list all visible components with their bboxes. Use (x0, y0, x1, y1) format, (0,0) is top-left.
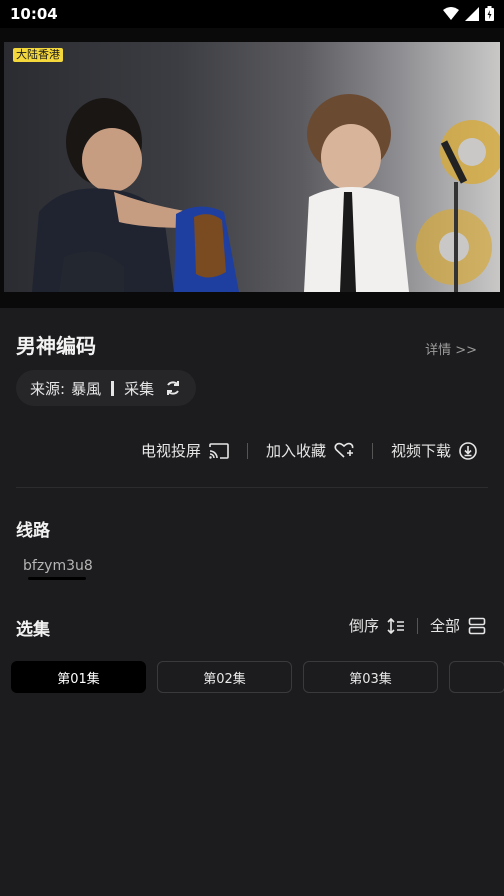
wifi-icon (443, 6, 459, 20)
download-label: 视频下载 (390, 442, 451, 460)
grid-list-icon (468, 617, 486, 634)
cast-icon (209, 442, 229, 459)
status-bar: 10:04 (0, 0, 504, 28)
cast-button[interactable]: 电视投屏 (141, 440, 229, 461)
download-button[interactable]: 视频下载 (391, 440, 477, 461)
watermark-logo: 大陆香港 (13, 48, 63, 62)
source-selector[interactable]: 来源: 暴風 采集 (16, 370, 197, 406)
episode-item[interactable]: 第02集 (157, 661, 292, 693)
signal-icon (465, 6, 479, 21)
episode-item-partial[interactable] (449, 661, 504, 693)
episode-list: 第01集 第02集 第03集 (11, 661, 504, 693)
episode-item[interactable]: 第03集 (303, 661, 438, 693)
all-episodes-button[interactable]: 全部 (430, 615, 486, 636)
sort-label: 倒序 (348, 617, 379, 635)
action-bar: 电视投屏 加入收藏 视频下载 (141, 440, 477, 461)
video-still-image (32, 94, 500, 292)
source-label: 来源: (30, 379, 66, 398)
sort-icon (387, 617, 404, 634)
battery-icon (485, 6, 494, 21)
video-player[interactable]: 大陆香港 (0, 28, 504, 308)
status-time: 10:04 (10, 5, 58, 23)
episode-controls: 倒序 全部 (349, 615, 486, 636)
details-link[interactable]: 详情 >> (425, 339, 477, 358)
episode-controls-divider (416, 617, 418, 634)
source-separator (111, 380, 115, 396)
action-divider (246, 442, 248, 459)
refresh-icon[interactable] (164, 379, 182, 397)
line-tab-bfzym3u8[interactable]: bfzym3u8 (23, 558, 93, 574)
cast-label: 电视投屏 (140, 442, 201, 460)
section-divider (16, 487, 488, 488)
source-primary: 暴風 (71, 379, 102, 398)
download-icon (459, 441, 477, 460)
favorite-label: 加入收藏 (265, 442, 326, 460)
action-divider (371, 442, 373, 459)
episode-item[interactable]: 第01集 (11, 661, 146, 693)
source-secondary: 采集 (124, 379, 155, 398)
heart-add-icon (334, 442, 354, 458)
all-label: 全部 (429, 617, 460, 635)
line-tab-indicator (28, 577, 86, 580)
episodes-title: 选集 (16, 620, 50, 640)
lines-title: 线路 (16, 521, 50, 541)
status-icons (443, 6, 494, 21)
show-title: 男神编码 (16, 334, 96, 358)
video-frame[interactable]: 大陆香港 (4, 42, 500, 292)
favorite-button[interactable]: 加入收藏 (266, 440, 354, 461)
sort-button[interactable]: 倒序 (349, 615, 405, 636)
